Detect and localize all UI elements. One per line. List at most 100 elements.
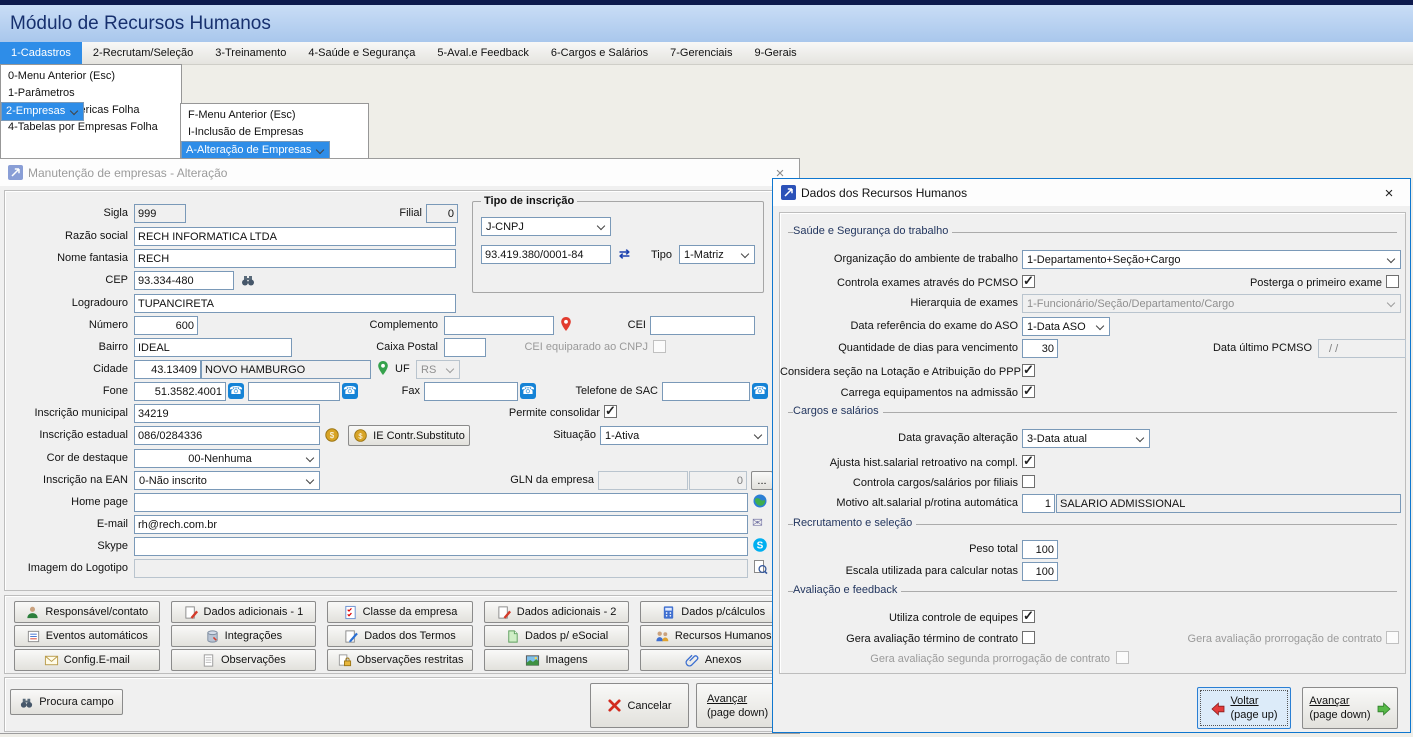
equipamentos-checkbox[interactable] [1022,385,1035,398]
procura-campo-button[interactable]: Procura campo [10,689,123,715]
dados-calculos-button[interactable]: Dados p/cálculos [640,601,786,623]
dialog2-title: Dados dos Recursos Humanos [801,186,967,200]
dados-esocial-button[interactable]: Dados p/ eSocial [484,625,630,647]
menubar-item-cargos[interactable]: 6-Cargos e Salários [540,42,659,64]
cei-input[interactable] [650,316,755,335]
gln-dots-button[interactable]: ... [751,471,773,490]
menubar-item-cadastros[interactable]: 1-Cadastros [0,42,82,64]
posterga-checkbox[interactable] [1386,275,1399,288]
classe-empresa-button[interactable]: Classe da empresa [327,601,473,623]
avaliacao-segunda-checkbox [1116,651,1129,664]
menubar-item-saude[interactable]: 4-Saúde e Segurança [297,42,426,64]
bairro-input[interactable]: IDEAL [134,338,292,357]
people-icon [655,629,670,644]
menu-item-empresas[interactable]: 2-Empresas [1,102,84,121]
map-pin-icon[interactable] [375,360,391,376]
skype-input[interactable] [134,537,748,556]
menubar-item-gerenciais[interactable]: 7-Gerenciais [659,42,743,64]
dados-adicionais-2-button[interactable]: Dados adicionais - 2 [484,601,630,623]
menubar-item-aval[interactable]: 5-Aval.e Feedback [426,42,540,64]
menu-item-tabelas-empresas[interactable]: 4-Tabelas por Empresas Folha [1,119,181,136]
email-input[interactable]: rh@rech.com.br [134,515,748,534]
phone-icon[interactable] [520,383,536,399]
permite-consolidar-checkbox[interactable] [604,405,617,418]
binoculars-icon[interactable] [240,272,256,288]
eventos-automaticos-button[interactable]: Eventos automáticos [14,625,160,647]
dialog2-titlebar[interactable]: Dados dos Recursos Humanos × [773,179,1410,206]
menu-item-parametros[interactable]: 1-Parâmetros [1,85,181,102]
globe-icon[interactable] [752,493,768,509]
cor-destaque-select[interactable]: 00-Nenhuma [134,449,320,468]
tipo-matriz-select[interactable]: 1-Matriz [679,245,755,264]
fax-input[interactable] [424,382,518,401]
menu-item-menu-anterior[interactable]: 0-Menu Anterior (Esc) [1,68,181,85]
map-pin-icon[interactable] [558,316,574,332]
preview-icon[interactable] [752,559,768,575]
controle-equipes-checkbox[interactable] [1022,610,1035,623]
envelope-icon[interactable]: ✉ [752,515,763,531]
voltar-button[interactable]: Voltar (page up) [1197,687,1291,729]
dados-termos-button[interactable]: Dados dos Termos [327,625,473,647]
sigla-input[interactable]: 999 [134,204,186,223]
menubar-item-recrutam[interactable]: 2-Recrutam/Seleção [82,42,204,64]
inscricao-estadual-input[interactable]: 086/0284336 [134,426,320,445]
home-page-input[interactable] [134,493,748,512]
pcmso-checkbox[interactable] [1022,275,1035,288]
dialog-dados-rh: Dados dos Recursos Humanos × Saúde e Seg… [772,178,1411,733]
ppp-checkbox[interactable] [1022,364,1035,377]
escala-input[interactable]: 100 [1022,562,1058,581]
caixa-postal-input[interactable] [444,338,486,357]
logradouro-input[interactable]: TUPANCIRETA [134,294,456,313]
skype-icon[interactable]: S [752,537,768,553]
phone-icon[interactable] [342,383,358,399]
submenu-item-inclusao[interactable]: I-Inclusão de Empresas [181,124,368,141]
qtd-dias-input[interactable]: 30 [1022,339,1058,358]
filial-input[interactable]: 0 [426,204,458,223]
integracoes-button[interactable]: Integrações [171,625,317,647]
ie-contr-substituto-button[interactable]: $ IE Contr.Substituto [348,425,470,446]
observacoes-button[interactable]: Observações [171,649,317,671]
sac-input[interactable] [662,382,750,401]
cidade-codigo-input[interactable]: 43.13409 [134,360,201,379]
situacao-select[interactable]: 1-Ativa [600,426,768,445]
close-icon[interactable]: × [1374,183,1404,204]
responsavel-contato-button[interactable]: Responsável/contato [14,601,160,623]
fone2-input[interactable] [248,382,340,401]
cnpj-validate-icon[interactable]: ⇄ [619,246,630,262]
phone-icon[interactable] [752,383,768,399]
anexos-button[interactable]: Anexos [640,649,786,671]
ajusta-hist-checkbox[interactable] [1022,455,1035,468]
numero-input[interactable]: 600 [134,316,198,335]
recursos-humanos-button[interactable]: Recursos Humanos [640,625,786,647]
inscricao-municipal-input[interactable]: 34219 [134,404,320,423]
data-gravacao-select[interactable]: 3-Data atual [1022,429,1150,448]
data-referencia-select[interactable]: 1-Data ASO [1022,317,1110,336]
menubar-item-gerais[interactable]: 9-Gerais [743,42,807,64]
config-email-button[interactable]: Config.E-mail [14,649,160,671]
cancelar-button[interactable]: Cancelar [590,683,689,728]
peso-total-input[interactable]: 100 [1022,540,1058,559]
nome-fantasia-input[interactable]: RECH [134,249,456,268]
imagens-button[interactable]: Imagens [484,649,630,671]
dialog1-titlebar[interactable]: Manutenção de empresas - Alteração × [0,159,799,186]
menubar-item-treinamento[interactable]: 3-Treinamento [204,42,297,64]
controla-filiais-checkbox[interactable] [1022,475,1035,488]
inscricao-ean-select[interactable]: 0-Não inscrito [134,471,320,490]
complemento-input[interactable] [444,316,554,335]
observacoes-restritas-button[interactable]: Observações restritas [327,649,473,671]
group-legend: Recrutamento e seleção [793,517,916,529]
avaliacao-termino-checkbox[interactable] [1022,631,1035,644]
button-label: Dados adicionais - 2 [517,606,617,618]
submenu-item-menu-anterior[interactable]: F-Menu Anterior (Esc) [181,107,368,124]
dados-adicionais-1-button[interactable]: Dados adicionais - 1 [171,601,317,623]
phone-icon[interactable] [228,383,244,399]
avancar-rh-button[interactable]: Avançar (page down) [1302,687,1398,729]
cnpj-input[interactable]: 93.419.380/0001-84 [481,245,611,264]
organizacao-select[interactable]: 1-Departamento+Seção+Cargo [1022,250,1401,269]
cep-input[interactable]: 93.334-480 [134,271,234,290]
motivo-num-input[interactable]: 1 [1022,494,1055,513]
razao-social-input[interactable]: RECH INFORMATICA LTDA [134,227,456,246]
tipo-documento-select[interactable]: J-CNPJ [481,217,611,236]
fone-input[interactable]: 51.3582.4001 [134,382,226,401]
fax-label: Fax [378,385,420,398]
